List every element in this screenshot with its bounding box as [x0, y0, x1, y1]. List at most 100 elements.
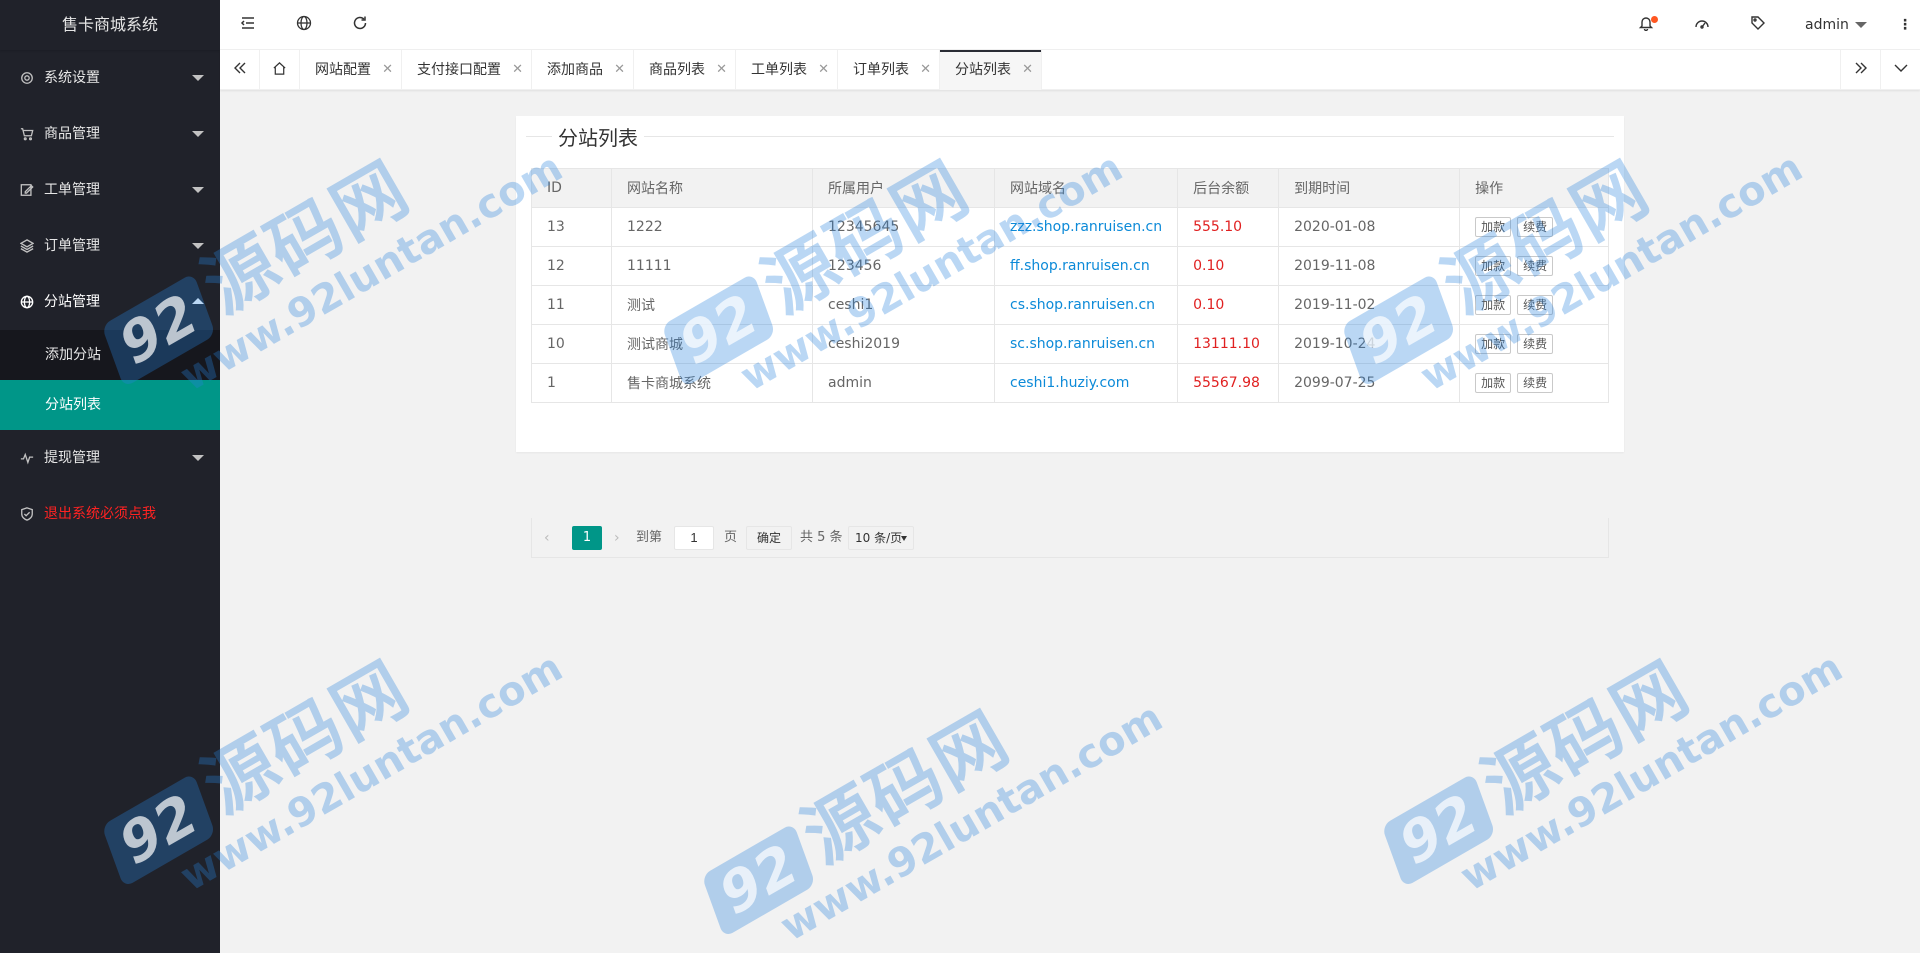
tabs-menu-button[interactable] — [1880, 50, 1920, 90]
sidebar-item-withdraw-management[interactable]: 提现管理 — [0, 430, 220, 486]
goto-label: 到第 — [636, 530, 663, 545]
theme-button[interactable] — [1674, 0, 1730, 50]
cell-expire: 2019-11-08 — [1278, 246, 1461, 286]
tabs-scroll-right-button[interactable] — [1840, 50, 1880, 90]
close-icon[interactable]: ✕ — [920, 50, 931, 90]
column-header[interactable]: 所属用户 — [812, 168, 995, 208]
sidebar-nav: 系统设置 商品管理 工单管理 订单管理 分站管理 添加分站 分站列表 提现管理 … — [0, 50, 220, 542]
sidebar-item-product-management[interactable]: 商品管理 — [0, 106, 220, 162]
home-icon — [272, 61, 287, 80]
page-label: 页 — [724, 530, 738, 545]
cell-domain-link[interactable]: ceshi1.huziy.com — [993, 363, 1179, 403]
caret-down-icon — [901, 536, 907, 541]
tab-add-product[interactable]: 添加商品 ✕ — [532, 50, 634, 90]
tab-label: 商品列表 — [649, 62, 705, 78]
tab-order-list[interactable]: 订单列表 ✕ — [838, 50, 940, 90]
close-icon[interactable]: ✕ — [382, 50, 393, 90]
cell-user: ceshi1 — [812, 285, 995, 325]
cell-id: 12 — [531, 246, 612, 286]
add-funds-button[interactable]: 加款 — [1475, 373, 1512, 393]
close-icon[interactable]: ✕ — [512, 50, 523, 90]
renew-button[interactable]: 续费 — [1517, 295, 1554, 315]
close-icon[interactable]: ✕ — [716, 50, 727, 90]
sidebar-item-system-settings[interactable]: 系统设置 — [0, 50, 220, 106]
column-header[interactable]: 到期时间 — [1278, 168, 1461, 208]
goto-page-input[interactable] — [674, 526, 714, 550]
refresh-button[interactable] — [332, 0, 388, 50]
table-row: 12 11111 123456 ff.shop.ranruisen.cn 0.1… — [531, 246, 1609, 286]
sidebar-item-label: 商品管理 — [44, 126, 100, 142]
column-header[interactable]: 网站名称 — [611, 168, 813, 208]
add-funds-button[interactable]: 加款 — [1475, 295, 1512, 315]
chevron-down-icon — [192, 75, 204, 81]
divider — [526, 136, 1614, 137]
per-page-select[interactable]: 10 条/页 — [848, 526, 914, 550]
cell-user: 123456 — [812, 246, 995, 286]
tab-ticket-list[interactable]: 工单列表 ✕ — [736, 50, 838, 90]
sidebar-item-order-management[interactable]: 订单管理 — [0, 218, 220, 274]
close-icon[interactable]: ✕ — [818, 50, 829, 90]
table-row: 1 售卡商城系统 admin ceshi1.huziy.com 55567.98… — [531, 363, 1609, 403]
more-menu-button[interactable]: ⋮ — [1890, 0, 1920, 50]
sidebar-subitem-add-substation[interactable]: 添加分站 — [0, 330, 220, 380]
watermark: 92源码网 www.92luntan.com — [680, 609, 1170, 953]
sidebar-item-label: 系统设置 — [44, 70, 100, 86]
shield-icon — [19, 486, 35, 542]
pulse-icon — [19, 430, 35, 486]
cell-domain-link[interactable]: zzz.shop.ranruisen.cn — [993, 207, 1179, 247]
notification-button[interactable] — [1618, 0, 1674, 50]
watermark-text: 源码网 — [1468, 645, 1704, 830]
menu-collapse-icon — [240, 15, 256, 35]
renew-button[interactable]: 续费 — [1517, 217, 1554, 237]
user-menu[interactable]: admin — [1805, 0, 1867, 50]
substation-table: ID 网站名称 所属用户 网站域名 后台余额 到期时间 操作 13 1222 1… — [531, 168, 1609, 403]
tab-product-list[interactable]: 商品列表 ✕ — [634, 50, 736, 90]
renew-button[interactable]: 续费 — [1517, 373, 1554, 393]
sidebar-item-label: 分站管理 — [44, 294, 100, 310]
close-icon[interactable]: ✕ — [1022, 50, 1033, 90]
tab-site-config[interactable]: 网站配置 ✕ — [300, 50, 402, 90]
double-chevron-right-icon — [1853, 60, 1869, 80]
cell-balance: 0.10 — [1177, 246, 1280, 286]
website-button[interactable] — [276, 0, 332, 50]
goto-confirm-button[interactable]: 确定 — [746, 526, 793, 550]
chevron-down-icon — [192, 131, 204, 137]
add-funds-button[interactable]: 加款 — [1475, 334, 1512, 354]
cell-balance: 55567.98 — [1177, 363, 1280, 403]
current-page[interactable]: 1 — [572, 526, 602, 550]
collapse-menu-button[interactable] — [220, 0, 276, 50]
sidebar-item-label: 提现管理 — [44, 450, 100, 466]
cell-actions: 加款 续费 — [1459, 207, 1609, 247]
cell-domain-link[interactable]: cs.shop.ranruisen.cn — [993, 285, 1179, 325]
sidebar-item-ticket-management[interactable]: 工单管理 — [0, 162, 220, 218]
gear-icon — [19, 50, 35, 106]
renew-button[interactable]: 续费 — [1517, 334, 1554, 354]
tab-home[interactable] — [260, 50, 300, 90]
prev-page-button[interactable]: ‹ — [544, 526, 550, 550]
cell-user: ceshi2019 — [812, 324, 995, 364]
sidebar-item-logout[interactable]: 退出系统必须点我 — [0, 486, 220, 542]
renew-button[interactable]: 续费 — [1517, 256, 1554, 276]
tab-payment-config[interactable]: 支付接口配置 ✕ — [402, 50, 532, 90]
cell-expire: 2020-01-08 — [1278, 207, 1461, 247]
chevron-down-icon — [192, 243, 204, 249]
watermark-url: www.92luntan.com — [172, 144, 571, 401]
tab-label: 添加商品 — [547, 62, 603, 78]
cell-name: 测试 — [611, 285, 813, 325]
tag-button[interactable] — [1730, 0, 1786, 50]
next-page-button[interactable]: › — [614, 526, 620, 550]
tab-substation-list[interactable]: 分站列表 ✕ — [940, 50, 1042, 90]
column-header[interactable]: 网站域名 — [993, 168, 1179, 208]
cell-actions: 加款 续费 — [1459, 285, 1609, 325]
cell-domain-link[interactable]: ff.shop.ranruisen.cn — [993, 246, 1179, 286]
add-funds-button[interactable]: 加款 — [1475, 217, 1512, 237]
sidebar-subitem-substation-list[interactable]: 分站列表 — [0, 380, 220, 430]
cell-id: 1 — [531, 363, 612, 403]
cell-domain-link[interactable]: sc.shop.ranruisen.cn — [993, 324, 1179, 364]
tabs-scroll-left-button[interactable] — [220, 50, 260, 90]
sidebar-item-substation-management[interactable]: 分站管理 — [0, 274, 220, 330]
add-funds-button[interactable]: 加款 — [1475, 256, 1512, 276]
column-header[interactable]: 后台余额 — [1177, 168, 1280, 208]
column-header[interactable]: ID — [531, 168, 612, 208]
close-icon[interactable]: ✕ — [614, 50, 625, 90]
